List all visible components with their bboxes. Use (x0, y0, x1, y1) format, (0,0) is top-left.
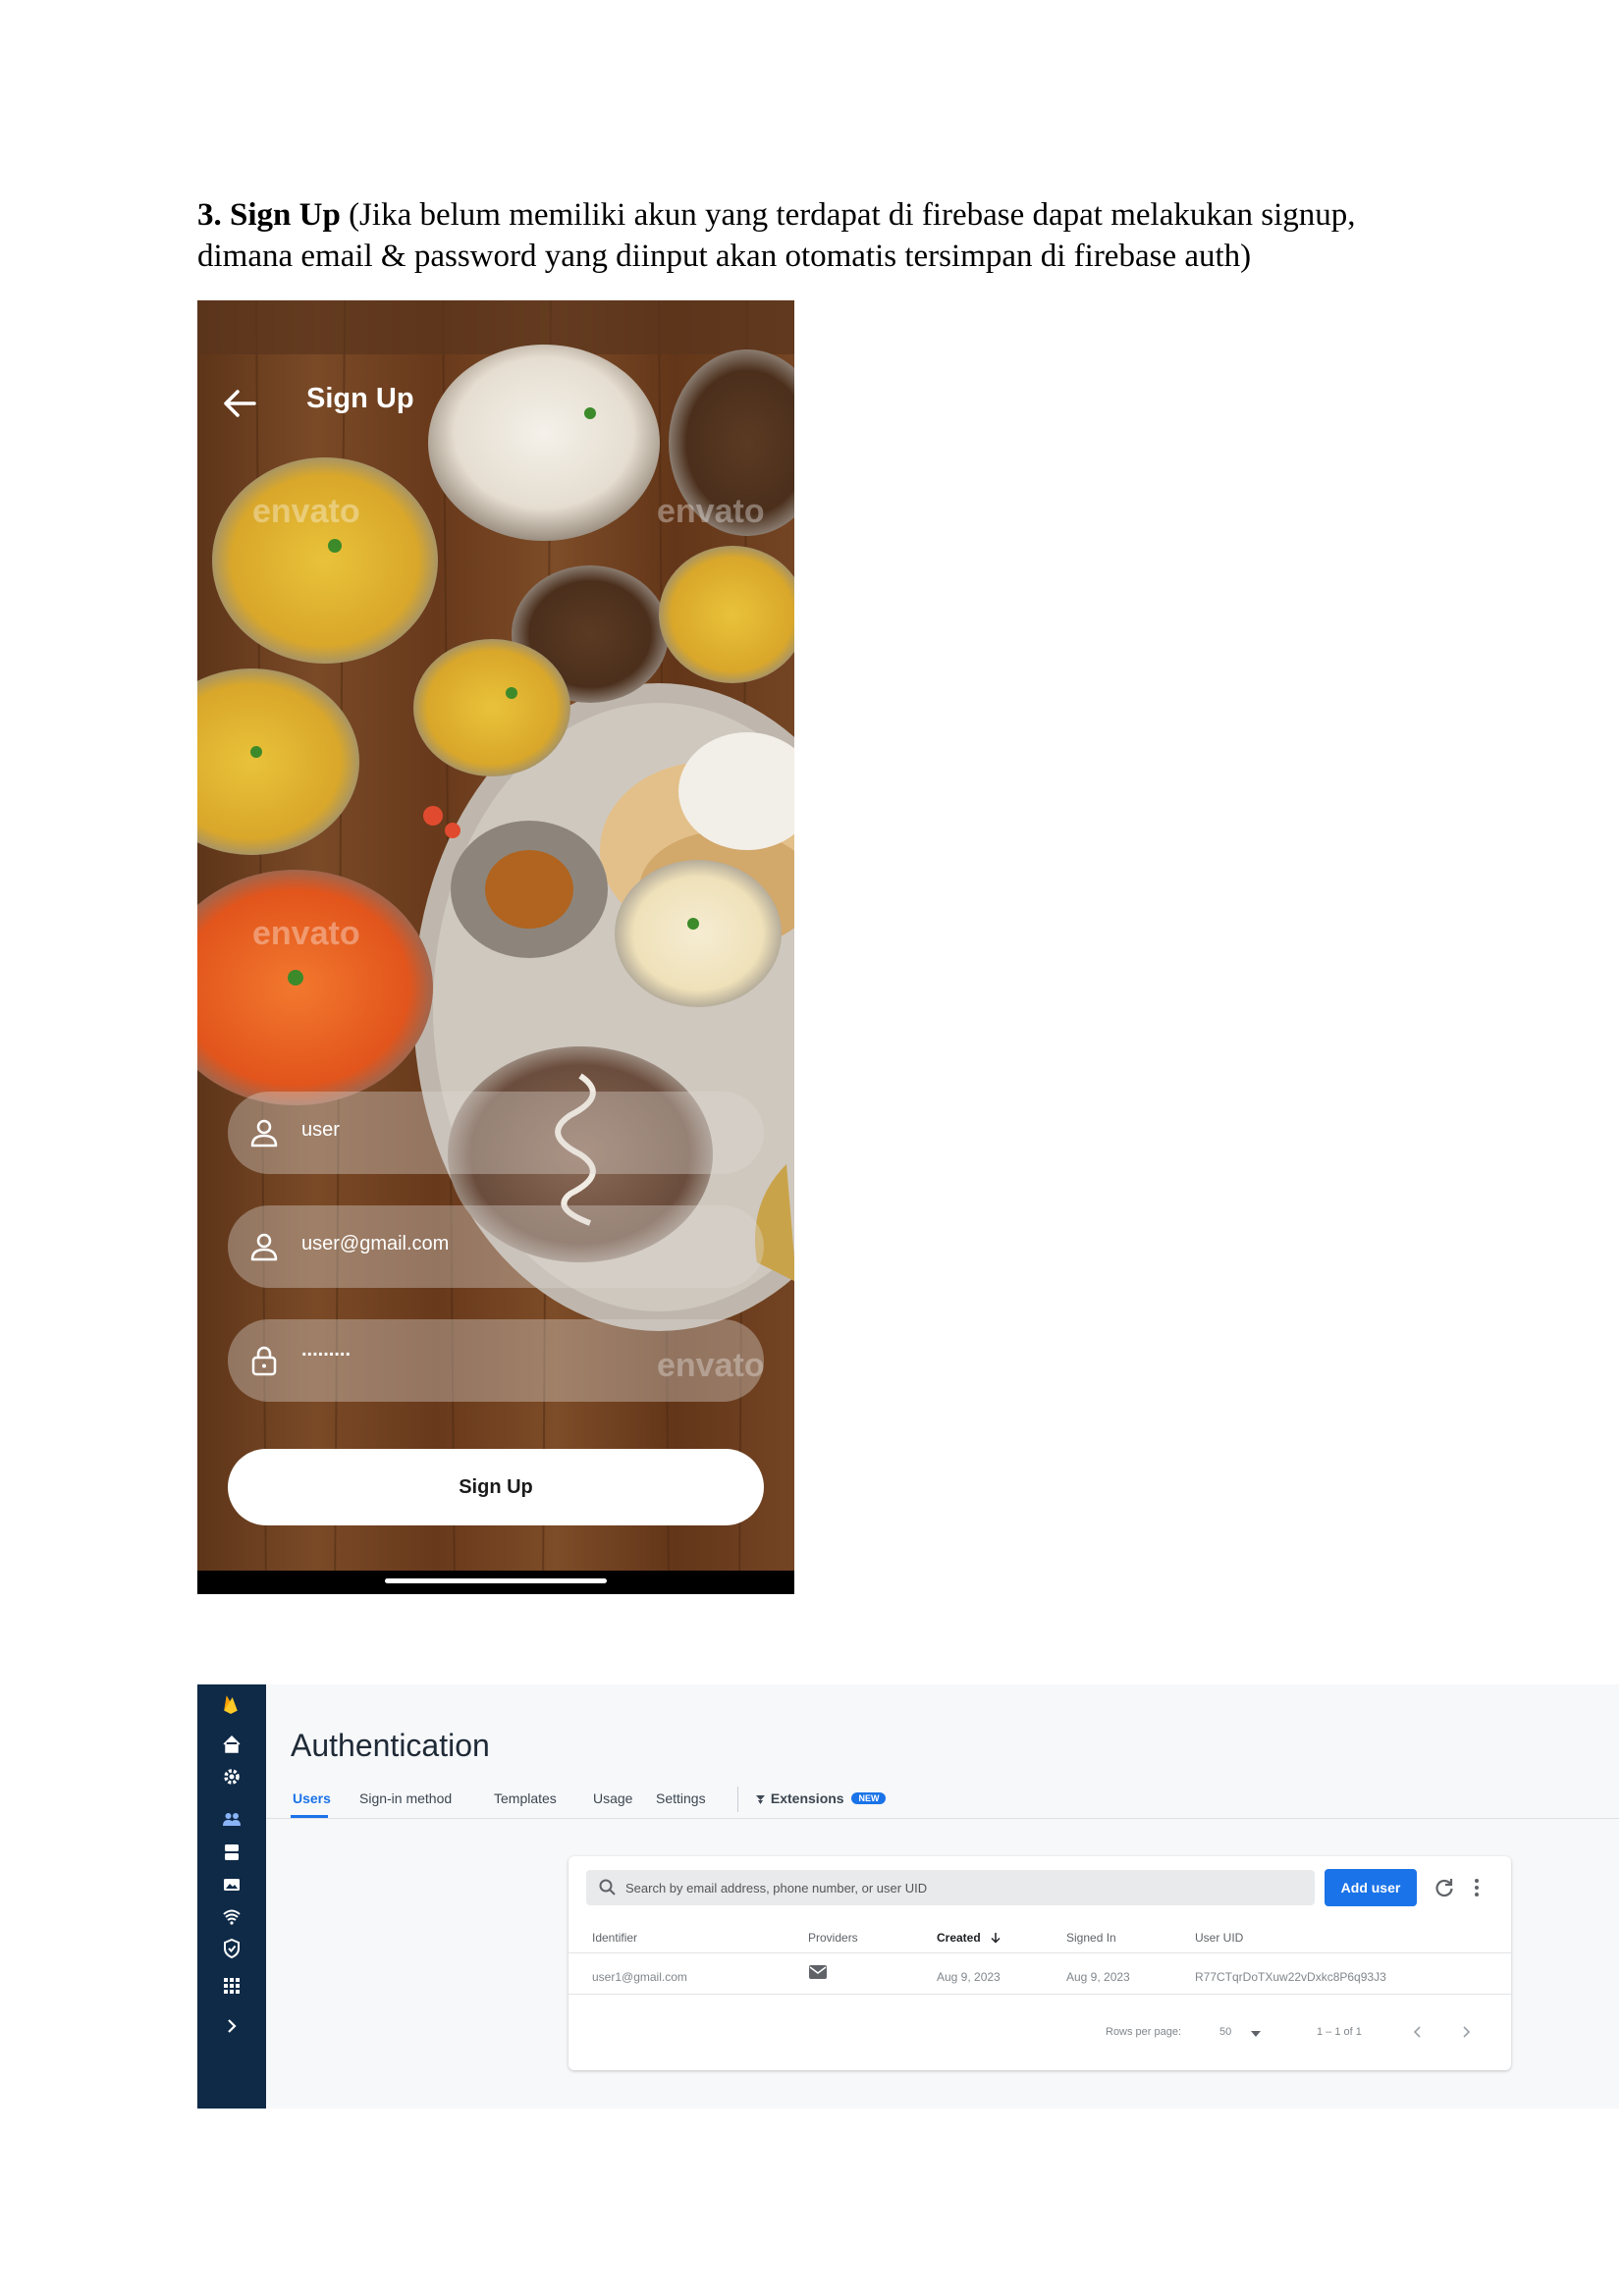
screen-title: Sign Up (306, 383, 414, 414)
email-provider-icon (809, 1965, 827, 1979)
email-field[interactable]: user@gmail.com (228, 1205, 764, 1288)
tab-sign-in-method[interactable]: Sign-in method (359, 1790, 452, 1806)
search-icon (599, 1879, 616, 1896)
watermark: envato (252, 915, 360, 952)
new-badge: NEW (851, 1792, 887, 1804)
person-icon (250, 1233, 278, 1261)
column-header-user-uid[interactable]: User UID (1195, 1931, 1243, 1945)
person-icon (250, 1119, 278, 1148)
lock-icon (251, 1346, 277, 1376)
password-field[interactable]: ......... (228, 1319, 764, 1402)
column-header-providers[interactable]: Providers (808, 1931, 858, 1945)
column-header-signed-in[interactable]: Signed In (1066, 1931, 1116, 1945)
row-divider (568, 1994, 1511, 1995)
tab-templates[interactable]: Templates (494, 1790, 557, 1806)
cell-user-uid: R77CTqrDoTXuw22vDxkc8P6q93J3 (1195, 1970, 1386, 1984)
rows-per-page-select[interactable]: 50 (1219, 2026, 1231, 2038)
storage-image-icon[interactable] (221, 1874, 243, 1896)
tab-usage[interactable]: Usage (593, 1790, 632, 1806)
header-divider (568, 1952, 1511, 1953)
settings-gear-icon[interactable] (221, 1766, 243, 1788)
section-heading-description: (Jika belum memiliki akun yang terdapat … (197, 197, 1356, 274)
tab-divider (737, 1787, 738, 1812)
home-gesture-handle[interactable] (385, 1578, 607, 1583)
people-icon[interactable] (221, 1809, 243, 1831)
previous-page-icon[interactable] (1409, 2023, 1427, 2041)
section-heading-number: 3. Sign Up (197, 197, 341, 233)
add-user-button[interactable]: Add user (1325, 1869, 1417, 1906)
next-page-icon[interactable] (1457, 2023, 1475, 2041)
column-header-created-label: Created (937, 1931, 981, 1945)
expand-chevron-icon[interactable] (221, 2015, 243, 2037)
password-value: ......... (301, 1339, 352, 1361)
pagination-range: 1 – 1 of 1 (1317, 2026, 1362, 2038)
search-input[interactable] (625, 1870, 1303, 1905)
cell-created: Aug 9, 2023 (937, 1970, 1001, 1984)
extensions-icon (756, 1795, 765, 1804)
tab-settings[interactable]: Settings (656, 1790, 706, 1806)
column-header-identifier[interactable]: Identifier (592, 1931, 637, 1945)
email-value: user@gmail.com (301, 1233, 450, 1255)
column-header-created[interactable]: Created (937, 1931, 1001, 1945)
shield-icon[interactable] (221, 1938, 243, 1959)
firebase-logo-icon[interactable] (220, 1692, 242, 1714)
nav-rail (197, 1684, 266, 2109)
all-products-grid-icon[interactable] (221, 1975, 243, 1997)
tab-extensions-label: Extensions (770, 1790, 844, 1806)
page-title: Authentication (291, 1728, 490, 1763)
username-field[interactable]: user (228, 1092, 764, 1174)
firebase-console-screenshot: Authentication Users Sign-in method Temp… (197, 1684, 1619, 2109)
app-bar: Sign Up (197, 359, 794, 448)
users-table-card: Add user Identifier Providers Created Si… (568, 1856, 1511, 2070)
sign-up-button[interactable]: Sign Up (228, 1449, 764, 1525)
search-bar[interactable] (586, 1870, 1315, 1905)
tabs-divider (266, 1818, 1619, 1819)
refresh-icon[interactable] (1433, 1876, 1456, 1899)
rows-per-page-label: Rows per page: (1106, 2026, 1182, 2038)
more-options-icon[interactable] (1470, 1876, 1484, 1899)
phone-screenshot: envato envato envato envato Sign Up user… (197, 300, 794, 1594)
database-icon[interactable] (221, 1842, 243, 1863)
section-heading: 3. Sign Up (Jika belum memiliki akun yan… (197, 194, 1435, 277)
sort-descending-icon (991, 1933, 1001, 1944)
username-value: user (301, 1119, 340, 1141)
watermark: envato (252, 493, 360, 530)
tab-extensions[interactable]: Extensions NEW (754, 1790, 887, 1806)
home-icon[interactable] (221, 1734, 243, 1755)
system-nav-bar (197, 1571, 794, 1594)
back-arrow-icon[interactable] (223, 389, 256, 418)
cell-signed-in: Aug 9, 2023 (1066, 1970, 1130, 1984)
dropdown-arrow-icon[interactable] (1251, 2031, 1261, 2037)
cell-identifier: user1@gmail.com (592, 1970, 687, 1984)
realtime-database-icon[interactable] (221, 1906, 243, 1928)
tab-users[interactable]: Users (293, 1790, 331, 1806)
watermark: envato (657, 493, 765, 530)
